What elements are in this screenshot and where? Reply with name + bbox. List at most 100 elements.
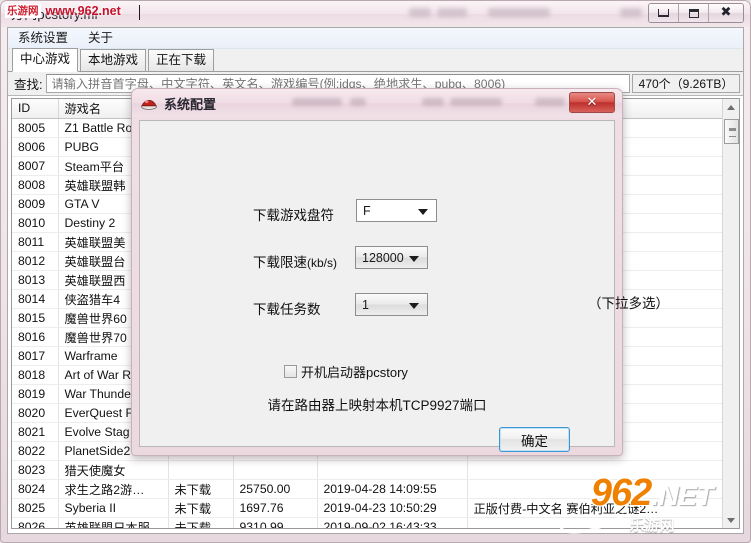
cell-time: 2019-04-28 14:09:55 [317,479,468,499]
table-row[interactable]: 8024 求生之路2游… 未下载 25750.00 2019-04-28 14:09:5… [12,479,739,499]
scrollbar-thumb[interactable] [724,119,739,144]
cell-name: 英雄联盟日本服 [58,517,169,528]
cell-size [233,460,318,480]
dialog-blurred-text-2 [350,98,366,106]
cell-id: 8013 [12,270,59,290]
cell-id: 8009 [12,194,59,214]
cell-id: 8022 [12,441,59,461]
menu-bar: 系统设置 关于 [8,28,743,49]
watermark-url: www.962.net [45,4,121,18]
label-speed-limit: 下载限速(kb/s) [253,251,337,271]
table-row[interactable]: 8025 Syberia II 未下载 1697.76 2019-04-23 10:50… [12,498,739,518]
cell-state: 未下载 [168,517,234,528]
menu-item-about[interactable]: 关于 [78,28,123,48]
router-port-note: 请在路由器上映射本机TCP9927端口 [267,398,487,413]
dialog-blurred-text-3 [422,98,444,106]
cell-name: Syberia II [58,498,169,518]
label-speed-limit-unit: (kb/s) [307,256,337,270]
dialog-blurred-text-4 [450,98,502,106]
download-drive-combo[interactable]: F [356,199,437,222]
blurred-text-3 [488,8,550,17]
speed-limit-value: 128000 [362,250,404,265]
dialog-close-icon: ✕ [586,95,598,110]
tab-local-games[interactable]: 本地游戏 [80,49,147,71]
cell-note [467,517,739,528]
cell-name: 求生之路2游… [58,479,169,499]
cell-id: 8015 [12,308,59,328]
cell-id: 8025 [12,498,59,518]
dialog-body: 下载游戏盘符 F （下拉多选） 下载限速(kb/s) 128000 下载任务数 … [139,120,669,452]
column-header-id[interactable]: ID [12,99,59,119]
scroll-down-button[interactable] [723,512,739,528]
item-count-display: 470个（9.26TB） [632,74,740,93]
blurred-text-1 [409,8,431,17]
cell-id: 8026 [12,517,59,528]
cell-size: 9310.99 [233,517,318,528]
tab-downloading[interactable]: 正在下载 [148,49,215,71]
label-task-count: 下载任务数 [253,302,321,317]
cell-id: 8007 [12,156,59,176]
cell-id: 8005 [12,118,59,138]
close-icon: ✖ [720,5,732,20]
chevron-down-icon [409,303,419,309]
menu-item-system-settings[interactable]: 系统设置 [8,28,78,48]
cell-note [467,479,739,499]
tab-center-games[interactable]: 中心游戏 [12,48,79,72]
dialog-title-bar: 系统配置 ✕ [132,89,622,117]
table-vertical-scrollbar[interactable] [722,99,739,528]
chevron-down-icon [727,517,735,523]
cell-time [317,460,468,480]
autostart-checkbox[interactable] [284,365,297,378]
cell-time: 2019-04-23 10:50:29 [317,498,468,518]
cell-id: 8018 [12,365,59,385]
drive-multiselect-hint: （下拉多选） [588,296,669,311]
site-watermark-top: 乐游网 www.962.net [5,4,121,18]
scroll-up-button[interactable] [723,99,739,115]
cell-id: 8017 [12,346,59,366]
title-bar: 方问pcstory.ml 乐游网 www.962.net ✖ [1,1,750,27]
title-text-caret [139,5,140,20]
app-logo-icon [141,100,157,110]
cell-note [467,460,739,480]
cell-id: 8006 [12,137,59,157]
autostart-label: 开机启动器pcstory [301,365,408,380]
cell-id: 8014 [12,289,59,309]
cell-id: 8012 [12,251,59,271]
ok-button-label: 确定 [521,433,548,449]
cell-time: 2019-09-02 16:43:33 [317,517,468,528]
cell-id: 8023 [12,460,59,480]
cell-id: 8020 [12,403,59,423]
maximize-button[interactable] [679,4,709,22]
close-button[interactable]: ✖ [709,4,743,22]
cell-note: 正版付费-中文名 赛伯利亚之谜2… [467,498,739,518]
blurred-text-2 [437,8,467,17]
cell-id: 8021 [12,422,59,442]
tab-strip: 中心游戏 本地游戏 正在下载 [8,48,743,72]
cell-id: 8024 [12,479,59,499]
dialog-close-button[interactable]: ✕ [569,92,615,113]
chevron-down-icon [409,256,419,262]
task-count-combo[interactable]: 1 [355,293,428,316]
cell-name: 猎天使魔女 [58,460,169,480]
cell-id: 8008 [12,175,59,195]
cell-id: 8016 [12,327,59,347]
download-drive-value: F [363,203,371,218]
table-row[interactable]: 8026 英雄联盟日本服 未下载 9310.99 2019-09-02 16:43:33 [12,517,739,528]
cell-id: 8010 [12,213,59,233]
label-speed-limit-text: 下载限速 [253,255,307,270]
minimize-button[interactable] [649,4,679,22]
cell-size: 1697.76 [233,498,318,518]
application-window: 方问pcstory.ml 乐游网 www.962.net ✖ 系统设置 关于 中… [0,0,751,543]
blurred-text-4 [620,8,642,17]
cell-state: 未下载 [168,479,234,499]
search-label: 查找: [14,78,43,92]
autostart-checkbox-row[interactable]: 开机启动器pcstory [284,362,408,381]
label-download-drive: 下载游戏盘符 [253,208,334,223]
cell-size: 25750.00 [233,479,318,499]
speed-limit-combo[interactable]: 128000 [355,246,428,269]
dialog-title: 系统配置 [164,97,217,112]
dialog-blurred-text-5 [535,98,565,106]
table-row[interactable]: 8023 猎天使魔女 [12,460,739,480]
chevron-down-icon [418,209,428,215]
ok-button[interactable]: 确定 [499,427,570,452]
